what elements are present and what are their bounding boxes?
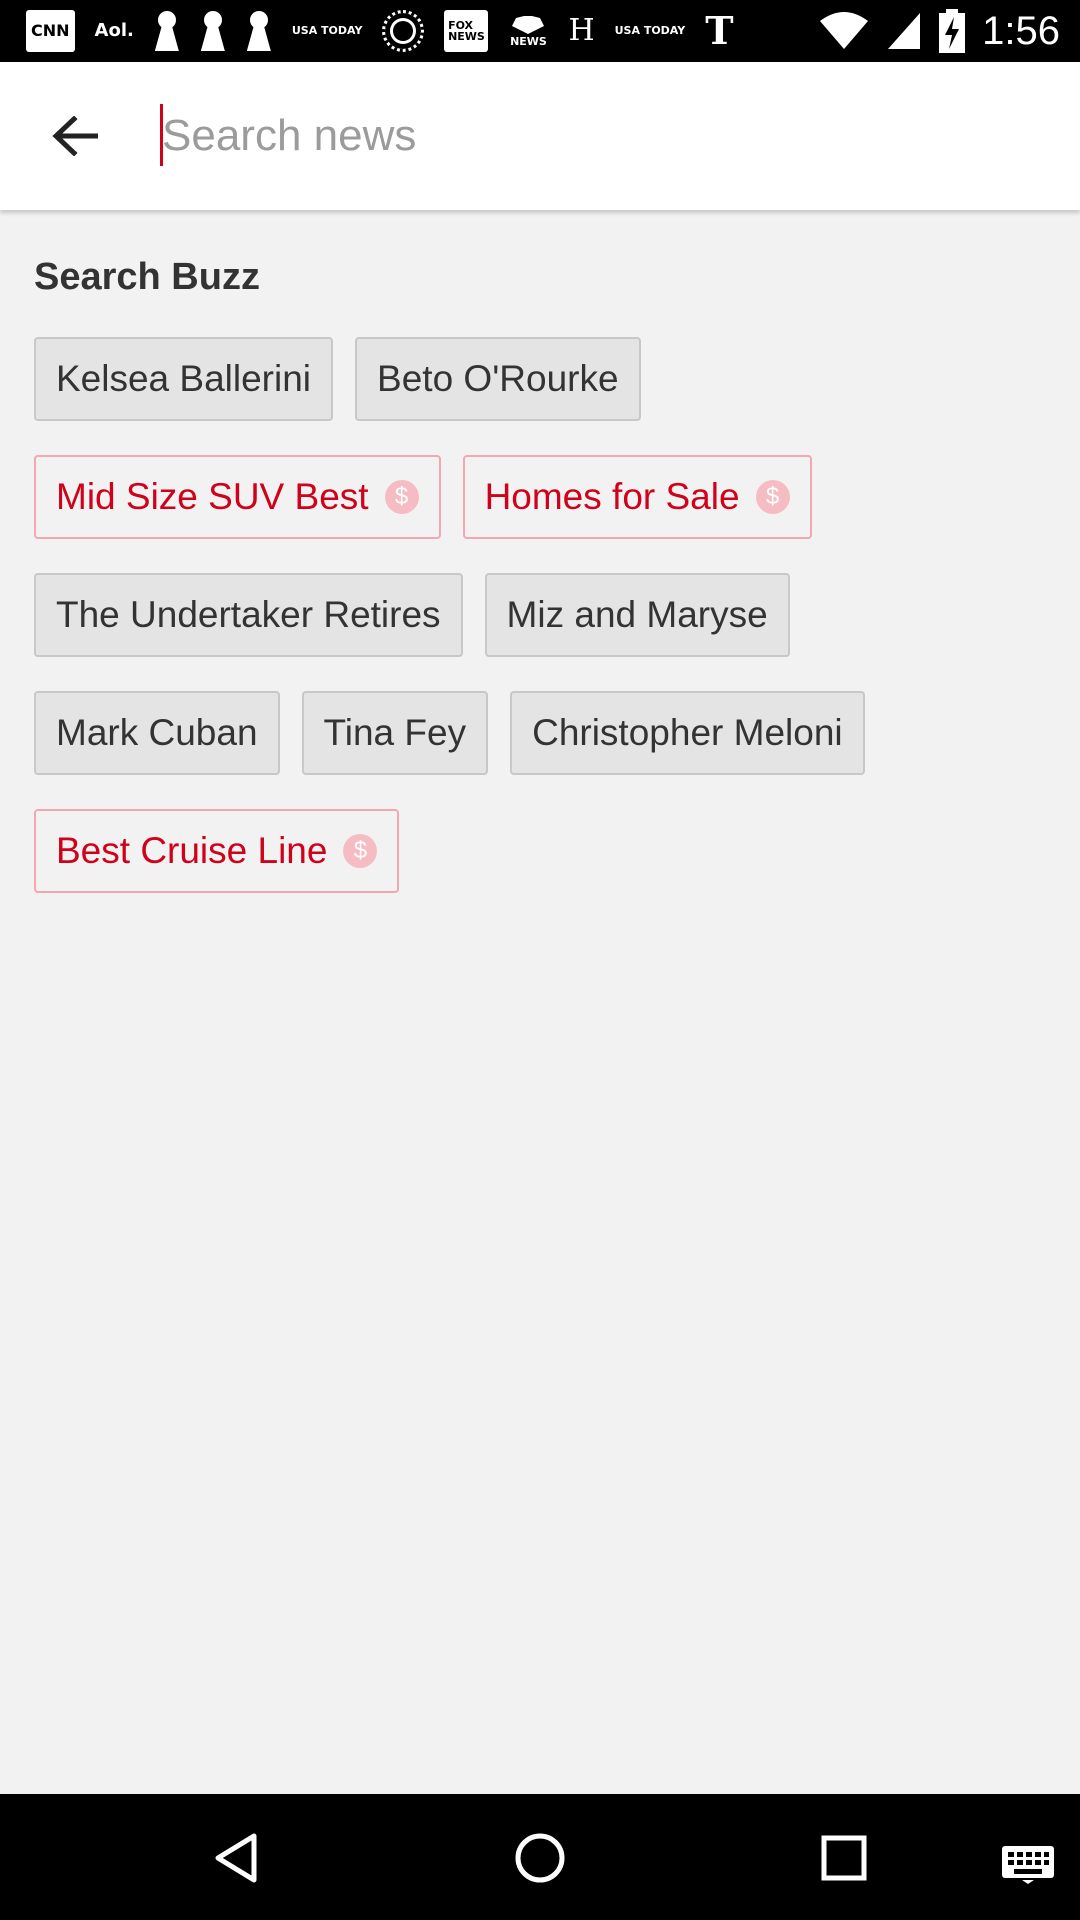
chip-row: The Undertaker Retires Miz and Maryse <box>34 573 1054 657</box>
fox-news-icon: FOX NEWS <box>444 10 489 52</box>
buzz-chip[interactable]: Tina Fey <box>301 691 489 775</box>
chip-label: Mark Cuban <box>56 712 258 753</box>
chip-row: Mid Size SUV Best $ Homes for Sale $ <box>34 455 1054 539</box>
chip-label: Christopher Meloni <box>532 712 843 753</box>
nbc-news-icon: NEWS <box>508 9 548 53</box>
usa-today-icon: USA TODAY <box>291 23 363 37</box>
status-bar: CNN Aol. USA TODAY FOX NEWS NEWS H USA T… <box>0 0 1080 62</box>
dollar-icon: $ <box>343 834 378 868</box>
chip-label: Tina Fey <box>323 712 467 753</box>
cell-signal-icon <box>888 13 921 49</box>
dotted-circle-icon <box>382 10 425 52</box>
buzz-chip[interactable]: Miz and Maryse <box>484 573 790 657</box>
sponsored-chip[interactable]: Best Cruise Line $ <box>34 809 400 893</box>
buzz-chip[interactable]: Beto O'Rourke <box>355 337 641 421</box>
section-title: Search Buzz <box>34 256 260 298</box>
arrow-left-icon <box>52 116 98 156</box>
nav-recents-button[interactable] <box>820 1832 868 1884</box>
chip-row: Best Cruise Line $ <box>34 809 1054 893</box>
chip-label: Homes for Sale <box>484 476 740 517</box>
keyhole-icon <box>200 11 226 51</box>
buzz-chip[interactable]: Kelsea Ballerini <box>34 337 334 421</box>
nav-home-button[interactable] <box>514 1832 566 1884</box>
keyboard-icon[interactable] <box>1000 1838 1056 1890</box>
buzz-chip-list: Kelsea Ballerini Beto O'Rourke Mid Size … <box>34 337 1054 893</box>
status-time: 1:56 <box>982 8 1060 53</box>
nav-back-button[interactable] <box>212 1832 260 1884</box>
h-icon: H <box>568 13 595 48</box>
search-input[interactable] <box>162 111 1042 161</box>
back-button[interactable] <box>0 62 150 210</box>
keyhole-icon <box>154 11 180 51</box>
peacock-icon <box>512 15 545 34</box>
system-status: 1:56 <box>818 9 1060 54</box>
wifi-icon <box>820 12 869 49</box>
sponsored-chip[interactable]: Mid Size SUV Best $ <box>34 455 441 539</box>
chip-label: Mid Size SUV Best <box>56 476 369 517</box>
nbc-news-label: NEWS <box>510 34 547 48</box>
chip-label: The Undertaker Retires <box>56 594 441 635</box>
keyhole-icon <box>246 11 272 51</box>
chip-label: Best Cruise Line <box>56 830 328 871</box>
chip-label: Miz and Maryse <box>506 594 768 635</box>
navigation-bar <box>0 1794 1080 1920</box>
buzz-chip[interactable]: Mark Cuban <box>34 691 280 775</box>
search-buzz-section: Search Buzz Kelsea Ballerini Beto O'Rour… <box>34 210 1054 927</box>
battery-charging-icon <box>939 9 966 53</box>
cnn-icon: CNN <box>26 10 75 52</box>
search-header <box>0 62 1080 210</box>
chip-label: Beto O'Rourke <box>377 358 619 399</box>
buzz-chip[interactable]: Christopher Meloni <box>510 691 865 775</box>
chip-label: Kelsea Ballerini <box>56 358 312 399</box>
search-field <box>150 62 1080 210</box>
notification-icons: CNN Aol. USA TODAY FOX NEWS NEWS H USA T… <box>26 9 818 53</box>
usa-today-icon: USA TODAY <box>614 23 686 37</box>
chip-row: Kelsea Ballerini Beto O'Rourke <box>34 337 1054 421</box>
nyt-icon: T <box>705 8 734 53</box>
chip-row: Mark Cuban Tina Fey Christopher Meloni <box>34 691 1054 775</box>
text-cursor <box>160 104 163 166</box>
sponsored-chip[interactable]: Homes for Sale $ <box>462 455 812 539</box>
dollar-icon: $ <box>755 480 790 514</box>
aol-icon: Aol. <box>94 20 134 41</box>
dollar-icon: $ <box>384 480 419 514</box>
buzz-chip[interactable]: The Undertaker Retires <box>34 573 463 657</box>
